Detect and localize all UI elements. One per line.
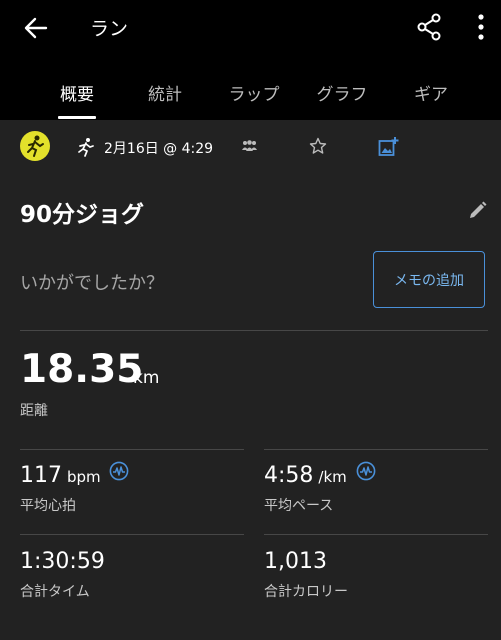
- avg-pace-unit: /km: [318, 468, 347, 486]
- more-options-icon[interactable]: [472, 13, 490, 41]
- tab-bar: 概要 統計 ラップ グラフ ギア: [0, 58, 501, 120]
- avg-pace-value: 4:58/km: [264, 463, 347, 488]
- divider: [20, 330, 488, 331]
- tab-graphs[interactable]: グラフ: [317, 80, 368, 105]
- total-time-value: 1:30:59: [20, 549, 105, 574]
- running-icon: [78, 138, 94, 157]
- divider: [20, 534, 244, 535]
- divider: [20, 449, 244, 450]
- activity-name: 90分ジョグ: [20, 202, 145, 228]
- add-memo-button[interactable]: メモの追加: [373, 251, 485, 308]
- avg-heart-rate-number: 117: [20, 463, 62, 488]
- total-time-label: 合計タイム: [20, 584, 90, 600]
- total-calories-label: 合計カロリー: [264, 584, 348, 600]
- divider: [264, 534, 488, 535]
- heart-rate-chart-icon[interactable]: [109, 461, 129, 481]
- pace-chart-icon[interactable]: [356, 461, 376, 481]
- tab-laps[interactable]: ラップ: [229, 80, 280, 105]
- avg-heart-rate-label: 平均心拍: [20, 498, 76, 514]
- activity-datetime: 2月16日 @ 4:29: [104, 141, 214, 157]
- add-photo-icon[interactable]: [378, 136, 399, 157]
- distance-value: 18.35: [20, 347, 144, 392]
- tab-overview[interactable]: 概要: [60, 80, 94, 105]
- share-icon[interactable]: [416, 13, 442, 41]
- active-tab-indicator: [58, 116, 96, 119]
- back-arrow-icon[interactable]: [22, 14, 50, 42]
- avg-pace-number: 4:58: [264, 463, 314, 488]
- tab-gear[interactable]: ギア: [414, 80, 448, 105]
- group-icon[interactable]: [241, 139, 258, 153]
- star-icon[interactable]: [309, 137, 327, 155]
- app-bar: ラン: [0, 0, 501, 58]
- avg-pace-label: 平均ペース: [264, 498, 334, 514]
- tab-stats[interactable]: 統計: [148, 80, 182, 105]
- total-calories-value: 1,013: [264, 549, 327, 574]
- divider: [264, 449, 488, 450]
- distance-label: 距離: [20, 403, 48, 419]
- avg-heart-rate-unit: bpm: [67, 468, 101, 486]
- edit-pencil-icon[interactable]: [466, 200, 488, 222]
- distance-unit: km: [133, 368, 160, 388]
- feeling-prompt[interactable]: いかがでしたか？: [20, 269, 164, 295]
- avg-heart-rate-value: 117 bpm: [20, 463, 101, 488]
- activity-type-icon: [20, 131, 50, 161]
- page-title: ラン: [90, 18, 129, 40]
